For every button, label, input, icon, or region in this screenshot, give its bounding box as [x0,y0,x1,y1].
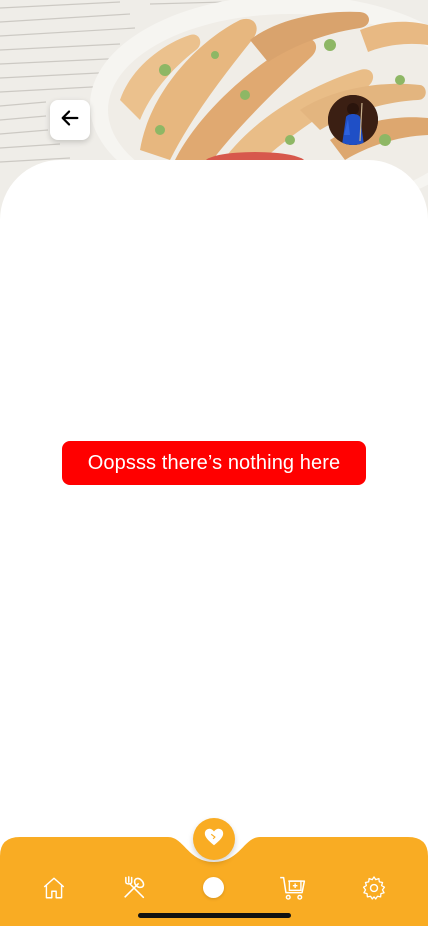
home-indicator [138,913,291,918]
heart-icon [203,826,225,852]
tab-cart[interactable] [274,870,314,910]
arrow-left-icon [59,107,81,133]
tab-settings[interactable] [354,870,394,910]
avatar[interactable] [328,95,378,145]
empty-state-message: Oopsss there’s nothing here [62,441,366,485]
tab-recipes[interactable] [114,870,154,910]
tab-home[interactable] [34,870,74,910]
home-icon [41,875,67,905]
user-avatar-image [328,95,378,145]
gear-icon [361,875,387,905]
cart-plus-icon [279,874,309,906]
utensils-icon [120,874,148,906]
back-button[interactable] [50,100,90,140]
tab-favorites[interactable] [193,818,235,860]
active-tab-indicator [203,877,224,898]
bottom-tab-bar [0,818,428,926]
content-sheet [0,160,428,840]
